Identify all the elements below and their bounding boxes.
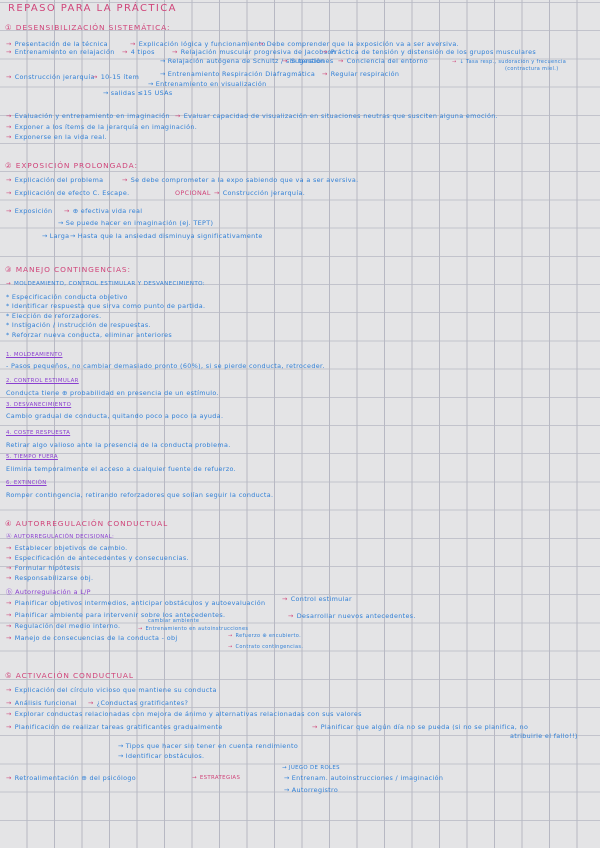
note-line: Cambio gradual de conducta, quitando poc…: [6, 412, 224, 420]
note-line: Hasta que la ansiedad disminuya signific…: [70, 232, 263, 240]
note-line: Retirar algo valioso ante la presencia d…: [6, 441, 231, 449]
note-line: atribuirle el fallo!!): [510, 732, 578, 740]
note-line: Entrenam. autoinstrucciones / imaginació…: [284, 774, 443, 782]
note-line: Elimina temporalmente el acceso a cualqu…: [6, 465, 237, 473]
note-line: Refuerzo ⊕ encubierto.: [228, 632, 301, 640]
note-line: (contractura miel.): [505, 66, 559, 72]
note-line: Conciencia del entorno: [338, 57, 428, 65]
note-line: 10-15 ítem: [92, 73, 139, 81]
subheading: ⓐ Autorregulación decisional:: [6, 534, 115, 540]
note-line: * Elección de reforzadores.: [6, 312, 102, 320]
note-line: Manejo de consecuencias de la conducta -…: [6, 634, 177, 642]
note-line: Se debe comprometer a la expo sabiendo q…: [122, 176, 359, 184]
note-line: Desarrollar nuevos antecedentes.: [288, 612, 416, 620]
note-line: Explicación del círculo vicioso que mant…: [6, 686, 217, 694]
note-line: Construcción jerarquía: [6, 73, 95, 81]
note-line: Romper contingencia, retirando reforzado…: [6, 491, 274, 499]
note-line: Evaluación y entrenamiento en imaginació…: [6, 112, 170, 120]
note-line: Retroalimentación ⊕ del psicólogo: [6, 774, 136, 782]
note-line: * Identificar respuesta que sirva como p…: [6, 302, 206, 310]
note-line: Exponer a los ítems de la jerarquía en i…: [6, 123, 197, 131]
subheading: 5. Tiempo fuera: [6, 454, 58, 460]
subheading: ⓑ Autorregulación a L/P: [6, 588, 91, 596]
subheading: 2. Control estimular: [6, 378, 79, 384]
note-line: Responsabilizarse obj.: [6, 574, 93, 582]
note-line: Entrenamiento Respiración Diafragmática: [160, 70, 315, 78]
note-line: Exposición: [6, 207, 52, 215]
note-line: Moldeamiento, control estimular y desvan…: [6, 280, 205, 288]
section-2-header: ② Exposición prolongada:: [5, 161, 138, 170]
note-line: Larga: [42, 232, 69, 240]
note-line: Sugestiones: [282, 57, 334, 65]
note-line: Control estimular: [282, 595, 352, 603]
note-line: Regular respiración: [322, 70, 399, 78]
note-line: Se puede hacer en imaginación (ej. TEPT): [58, 219, 213, 227]
section-3-header: ③ Manejo contingencias:: [5, 265, 131, 274]
note-line: Juego de roles: [282, 764, 340, 772]
note-line: Debe comprender que la exposición va a s…: [258, 40, 459, 48]
note-line: Práctica de tensión y distensión de los …: [322, 48, 536, 56]
note-line: Exponerse en la vida real.: [6, 133, 107, 141]
note-line: Evaluar capacidad de visualización en si…: [175, 112, 498, 120]
note-line: - Pasos pequeños, no cambiar demasiado p…: [6, 362, 325, 370]
note-line: Estrategias: [192, 774, 240, 782]
note-line: Explicación del problema: [6, 176, 103, 184]
note-line: * Especificación conducta objetivo: [6, 293, 128, 301]
note-line: Presentación de la técnica: [6, 40, 108, 48]
note-line: Formular hipótesis: [6, 564, 80, 572]
note-line: cambiar ambiente: [148, 618, 200, 624]
note-line: Establecer objetivos de cambio.: [6, 544, 128, 552]
note-line: ⊕ efectiva vida real: [64, 207, 142, 215]
note-line: Tipos que hacer sin tener en cuenta rend…: [118, 742, 298, 750]
note-line: Explicación de efecto C. Escape.: [6, 189, 130, 197]
note-line: ¿Conductas gratificantes?: [88, 699, 188, 707]
section-5-header: ⑤ Activación conductual: [5, 671, 134, 680]
note-line: salidas ≤15 USAs: [103, 89, 173, 97]
subheading: 3. Desvanecimiento: [6, 402, 72, 408]
note-line: * Reforzar nueva conducta, eliminar ante…: [6, 331, 173, 339]
note-line: Relajación muscular progresiva de Jacobs…: [172, 48, 336, 56]
note-line: Autorregistro: [284, 786, 338, 794]
subheading: 1. Moldeamiento: [6, 352, 63, 358]
section-4-header: ④ Autorregulación conductual: [5, 519, 169, 528]
note-line: Entrenamiento en visualización: [148, 80, 267, 88]
note-line-optional: OPCIONAL: [175, 189, 211, 197]
note-line: Explicación lógica y funcionamiento: [130, 40, 266, 48]
note-line: Análisis funcional: [6, 699, 77, 707]
note-line: Planificación de realizar tareas gratifi…: [6, 723, 223, 731]
note-line: Planificar que algún día no se pueda (si…: [312, 723, 528, 731]
note-line: Especificación de antecedentes y consecu…: [6, 554, 189, 562]
subheading: 6. Extinción: [6, 480, 47, 486]
note-line: Construcción jerarquía.: [214, 189, 305, 197]
note-line: 4 tipos: [122, 48, 155, 56]
section-1-header: ① Desensibilización sistemática:: [5, 23, 171, 32]
note-line: * Instigación / instrucción de respuesta…: [6, 321, 151, 329]
note-line: Conducta tiene ⊕ probabilidad en presenc…: [6, 389, 219, 397]
note-line: Planificar objetivos intermedios, antici…: [6, 599, 265, 607]
page-title: Repaso para la práctica: [8, 3, 177, 14]
note-line: Contrato contingencias.: [228, 643, 303, 651]
note-line: Entrenamiento en relajación: [6, 48, 115, 56]
subheading: 4. Coste respuesta: [6, 430, 71, 436]
note-line: Regulación del medio interno.: [6, 622, 120, 630]
note-line: Identificar obstáculos.: [118, 752, 204, 760]
note-line: Explorar conductas relacionadas con mejo…: [6, 710, 362, 718]
